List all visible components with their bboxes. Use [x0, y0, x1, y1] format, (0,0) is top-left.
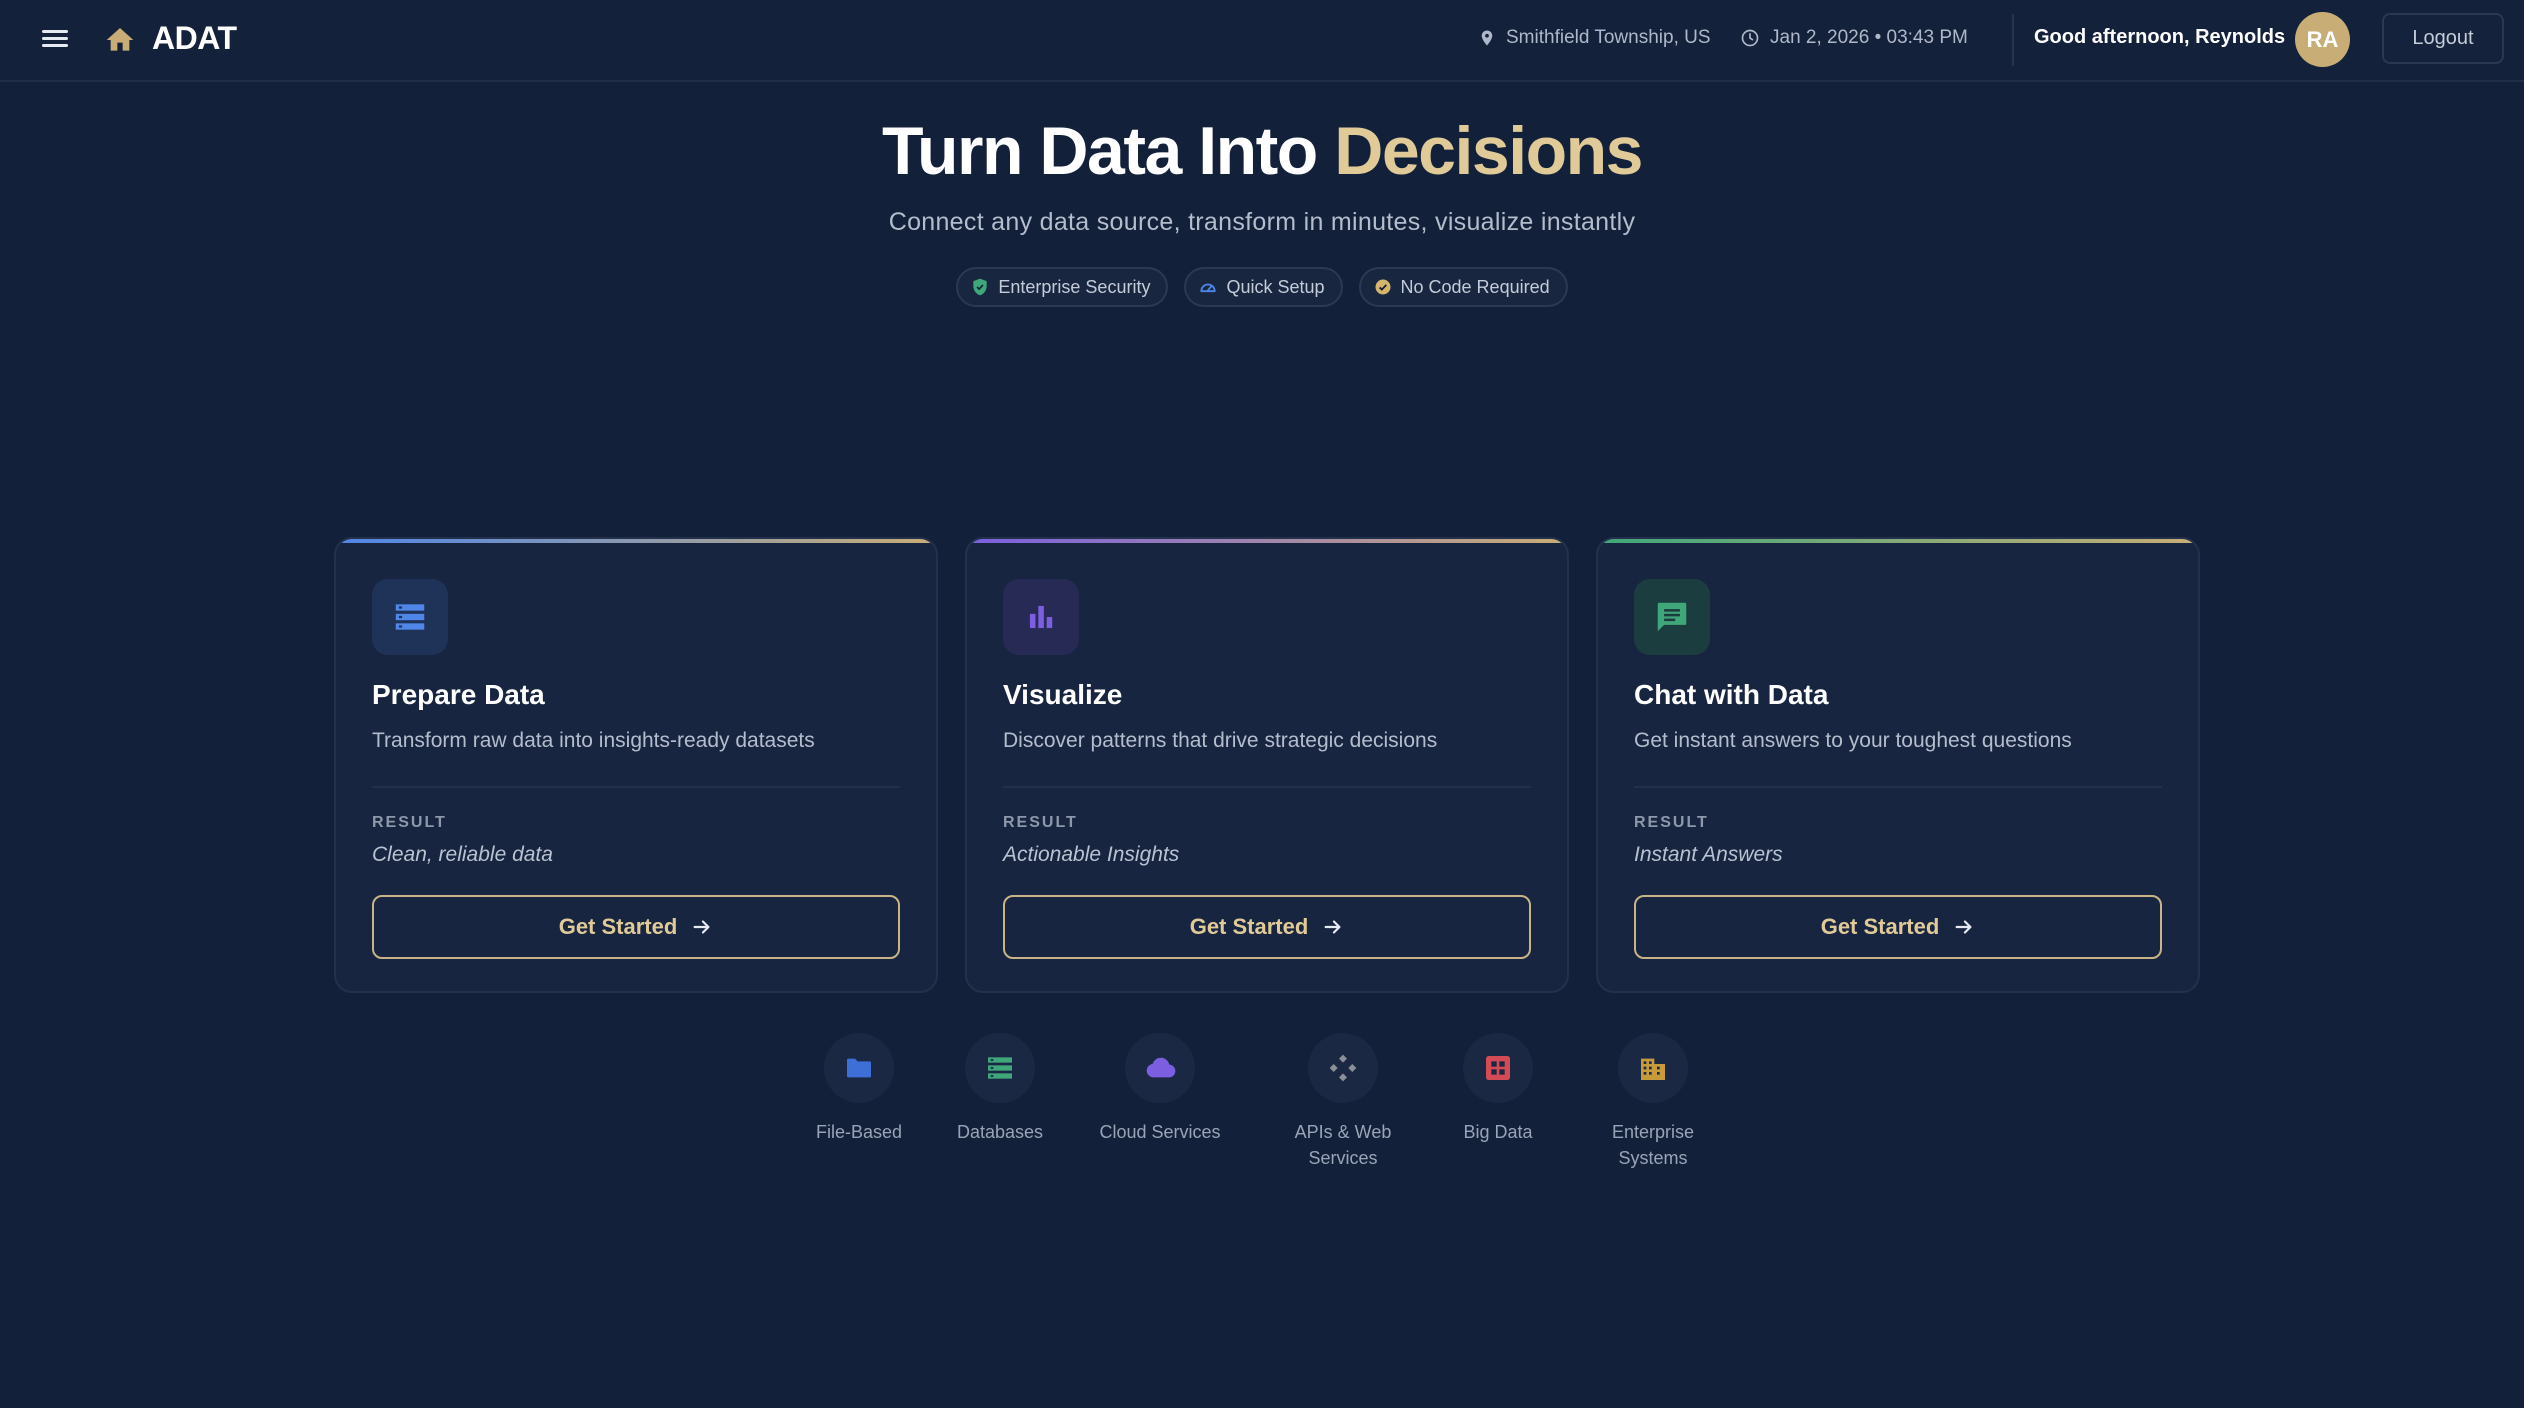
source-file-based[interactable]: File-Based	[784, 1033, 934, 1145]
card-divider	[1634, 786, 2162, 788]
button-label: Get Started	[1189, 914, 1309, 939]
logout-button[interactable]: Logout	[2382, 13, 2504, 64]
location-display: Smithfield Township, US	[1478, 27, 1711, 49]
pill-label: No Code Required	[1400, 276, 1550, 297]
card-description: Discover patterns that drive strategic d…	[1003, 729, 1438, 752]
button-label: Get Started	[1820, 914, 1940, 939]
api-icon	[1329, 1054, 1357, 1082]
feature-pills: Enterprise Security Quick Setup No Code …	[0, 267, 2524, 307]
pill-label: Enterprise Security	[998, 276, 1151, 297]
hero-title-main: Turn Data Into	[882, 113, 1335, 189]
card-accent-line	[967, 539, 1567, 543]
building-icon	[1641, 1058, 1665, 1080]
clock-icon	[1741, 29, 1759, 47]
source-label: File-Based	[815, 1122, 903, 1142]
pill-no-code: No Code Required	[1358, 267, 1568, 307]
source-enterprise-systems[interactable]: Enterprise Systems	[1578, 1033, 1728, 1171]
result-value: Actionable Insights	[1003, 843, 1180, 866]
storage-icon	[395, 604, 425, 630]
source-icon-circle	[1463, 1033, 1533, 1103]
hero-title-accent: Decisions	[1334, 113, 1643, 189]
greeting-text: Good afternoon, Reynolds	[2034, 26, 2286, 48]
card-divider	[372, 786, 900, 788]
source-label: Big Data	[1463, 1122, 1533, 1142]
card-title: Prepare Data	[372, 679, 545, 710]
location-pin-icon	[1481, 30, 1493, 46]
folder-icon	[847, 1058, 871, 1078]
card-prepare-data: Prepare Data Transform raw data into ins…	[334, 537, 938, 993]
hero-title: Turn Data Into Decisions	[0, 112, 2524, 190]
user-avatar[interactable]: RA	[2295, 12, 2350, 67]
source-icon-circle	[824, 1033, 894, 1103]
pill-label: Quick Setup	[1226, 276, 1325, 297]
source-icon-circle	[1125, 1033, 1195, 1103]
get-started-button[interactable]: Get Started	[1003, 895, 1531, 959]
pill-quick-setup: Quick Setup	[1184, 267, 1343, 307]
card-chat-with-data: Chat with Data Get instant answers to yo…	[1596, 537, 2200, 993]
source-label: Cloud Services	[1099, 1122, 1221, 1142]
card-visualize: Visualize Discover patterns that drive s…	[965, 537, 1569, 993]
app-brand[interactable]: ADAT	[152, 20, 237, 57]
card-title: Chat with Data	[1634, 679, 1829, 710]
pill-enterprise-security: Enterprise Security	[956, 267, 1169, 307]
home-icon[interactable]	[104, 24, 136, 56]
shield-icon	[973, 278, 988, 296]
arrow-right-icon	[693, 920, 710, 934]
speedometer-icon	[1200, 283, 1217, 293]
source-label: Enterprise Systems	[1611, 1122, 1695, 1168]
source-icon-circle	[1308, 1033, 1378, 1103]
result-value: Instant Answers	[1634, 843, 1783, 866]
result-label: RESULT	[1003, 814, 1078, 831]
cloud-icon	[1146, 1057, 1176, 1078]
card-accent-line	[1598, 539, 2198, 543]
arrow-right-icon	[1955, 920, 1972, 934]
hamburger-menu-icon[interactable]	[40, 26, 70, 56]
datetime-text: Jan 2, 2026 • 03:43 PM	[1770, 27, 1968, 48]
card-divider	[1003, 786, 1531, 788]
chat-icon	[1657, 602, 1687, 632]
check-circle-icon	[1375, 279, 1391, 295]
result-label: RESULT	[1634, 814, 1709, 831]
result-value: Clean, reliable data	[372, 843, 553, 866]
hero-subtitle: Connect any data source, transform in mi…	[888, 208, 1636, 236]
bar-chart-icon	[1029, 605, 1053, 629]
grid-icon	[1486, 1056, 1510, 1080]
source-label: APIs & Web Services	[1294, 1122, 1392, 1168]
card-description: Transform raw data into insights-ready d…	[372, 729, 815, 752]
source-databases[interactable]: Databases	[925, 1033, 1075, 1145]
card-icon-box	[372, 579, 448, 655]
arrow-right-icon	[1324, 920, 1341, 934]
source-icon-circle	[1618, 1033, 1688, 1103]
source-label: Databases	[956, 1122, 1044, 1142]
get-started-button[interactable]: Get Started	[1634, 895, 2162, 959]
header-divider	[2012, 14, 2014, 66]
location-text: Smithfield Township, US	[1506, 27, 1711, 48]
result-label: RESULT	[372, 814, 447, 831]
card-accent-line	[336, 539, 936, 543]
top-bar: ADAT Smithfield Township, US Jan 2, 2026…	[0, 0, 2524, 82]
card-icon-box	[1634, 579, 1710, 655]
source-cloud-services[interactable]: Cloud Services	[1085, 1033, 1235, 1145]
datetime-display: Jan 2, 2026 • 03:43 PM	[1740, 27, 1968, 49]
card-icon-box	[1003, 579, 1079, 655]
source-big-data[interactable]: Big Data	[1423, 1033, 1573, 1145]
source-icon-circle	[965, 1033, 1035, 1103]
database-icon	[988, 1057, 1012, 1079]
button-label: Get Started	[558, 914, 678, 939]
card-title: Visualize	[1003, 679, 1123, 710]
card-description: Get instant answers to your toughest que…	[1634, 729, 2072, 752]
source-apis-web-services[interactable]: APIs & Web Services	[1268, 1033, 1418, 1171]
get-started-button[interactable]: Get Started	[372, 895, 900, 959]
